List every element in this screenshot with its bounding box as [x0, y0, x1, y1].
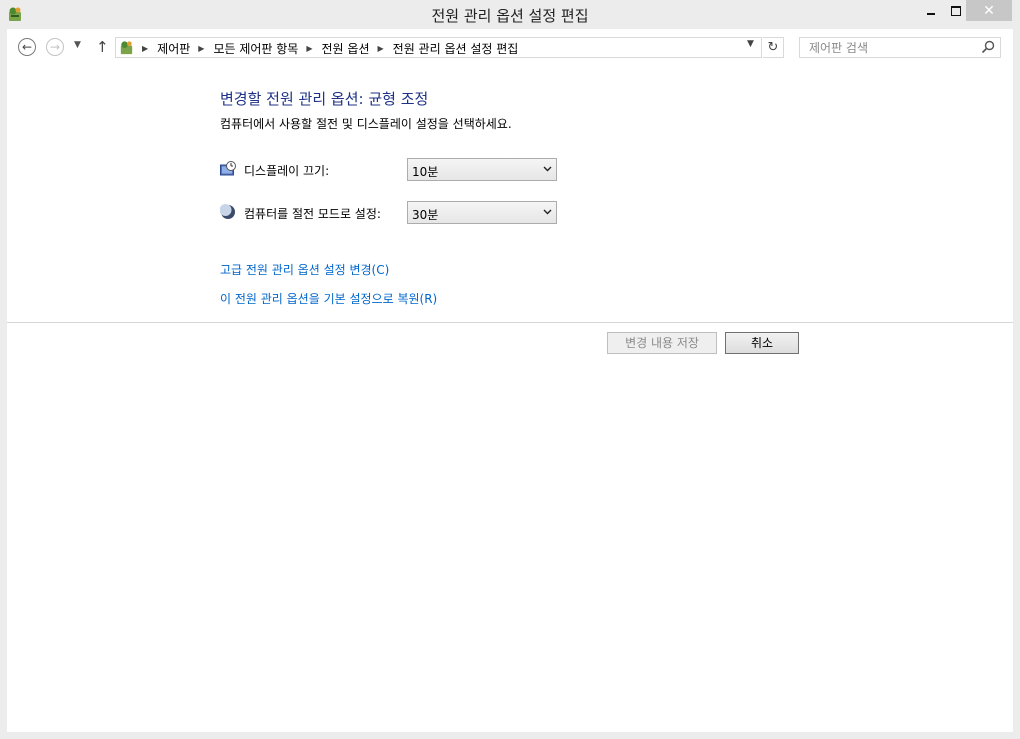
breadcrumb-separator-icon[interactable]: ▶	[306, 44, 312, 53]
chevron-down-icon: ▼	[747, 39, 754, 49]
navigation-bar: ← → ▼ ↑ ▶ 제어판 ▶ 모든 제어판 항목 ▶ 전원 옵션 ▶ 전원 관…	[7, 29, 1013, 67]
advanced-settings-link[interactable]: 고급 전원 관리 옵션 설정 변경(C)	[220, 261, 389, 278]
display-off-value: 10분	[412, 165, 439, 179]
breadcrumb-separator-icon[interactable]: ▶	[378, 44, 384, 53]
close-button[interactable]: ✕	[966, 0, 1012, 21]
breadcrumb-power-options[interactable]: 전원 옵션	[322, 40, 370, 57]
forward-button[interactable]: →	[46, 38, 64, 56]
recent-locations-button[interactable]: ▼	[74, 40, 81, 50]
restore-defaults-link[interactable]: 이 전원 관리 옵션을 기본 설정으로 복원(R)	[220, 290, 437, 307]
window-title: 전원 관리 옵션 설정 편집	[431, 7, 589, 25]
control-panel-icon	[120, 41, 133, 55]
divider	[7, 322, 1013, 323]
setting-row-sleep: 컴퓨터를 절전 모드로 설정: 30분	[220, 201, 560, 225]
sleep-value: 30분	[412, 208, 439, 222]
forward-arrow-icon: →	[49, 40, 61, 54]
search-icon[interactable]	[981, 40, 995, 54]
window-body: ← → ▼ ↑ ▶ 제어판 ▶ 모든 제어판 항목 ▶ 전원 옵션 ▶ 전원 관…	[7, 29, 1013, 732]
breadcrumb-separator-icon[interactable]: ▶	[142, 44, 148, 53]
chevron-down-icon	[543, 209, 552, 215]
minimize-icon	[927, 12, 935, 15]
minimize-button[interactable]	[920, 0, 942, 21]
setting-row-display-off: 디스플레이 끄기: 10분	[220, 158, 560, 182]
refresh-icon: ↻	[767, 40, 779, 55]
sleep-label: 컴퓨터를 절전 모드로 설정:	[244, 207, 381, 221]
display-off-label: 디스플레이 끄기:	[244, 164, 330, 178]
save-button[interactable]: 변경 내용 저장	[607, 332, 717, 354]
breadcrumb-separator-icon[interactable]: ▶	[198, 44, 204, 53]
close-icon: ✕	[983, 2, 995, 19]
up-button[interactable]: ↑	[96, 38, 109, 56]
page-title: 변경할 전원 관리 옵션: 균형 조정	[220, 90, 429, 108]
breadcrumb-all-items[interactable]: 모든 제어판 항목	[213, 40, 298, 57]
page-description: 컴퓨터에서 사용할 절전 및 디스플레이 설정을 선택하세요.	[220, 117, 512, 131]
search-input[interactable]	[800, 38, 979, 57]
chevron-down-icon	[543, 166, 552, 172]
display-off-select[interactable]: 10분	[407, 158, 557, 181]
breadcrumb: ▶ 제어판 ▶ 모든 제어판 항목 ▶ 전원 옵션 ▶ 전원 관리 옵션 설정 …	[138, 40, 518, 57]
maximize-button[interactable]	[944, 0, 968, 21]
title-bar: 전원 관리 옵션 설정 편집 ✕	[0, 0, 1020, 29]
breadcrumb-control-panel[interactable]: 제어판	[157, 40, 190, 57]
address-dropdown-button[interactable]: ▼	[747, 39, 754, 49]
refresh-button[interactable]: ↻	[763, 37, 784, 58]
display-clock-icon	[220, 161, 236, 176]
maximize-icon	[951, 5, 961, 16]
breadcrumb-edit-plan[interactable]: 전원 관리 옵션 설정 편집	[393, 40, 519, 57]
chevron-down-icon: ▼	[74, 40, 81, 50]
cancel-button[interactable]: 취소	[725, 332, 799, 354]
sleep-select[interactable]: 30분	[407, 201, 557, 224]
address-bar[interactable]: ▶ 제어판 ▶ 모든 제어판 항목 ▶ 전원 옵션 ▶ 전원 관리 옵션 설정 …	[115, 37, 762, 58]
up-arrow-icon: ↑	[96, 38, 109, 56]
moon-icon	[220, 204, 235, 219]
search-box	[799, 37, 1001, 58]
back-button[interactable]: ←	[18, 38, 36, 56]
back-arrow-icon: ←	[21, 40, 33, 54]
